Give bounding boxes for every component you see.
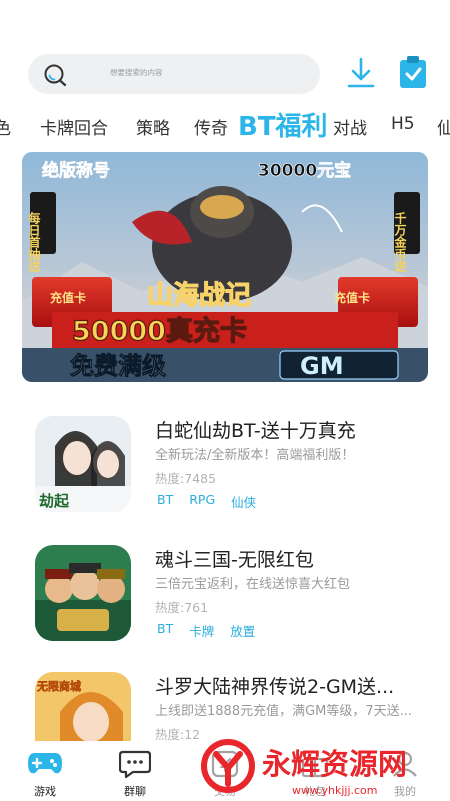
game-tags: BT RPG 仙侠 — [157, 492, 256, 511]
game-title: 魂斗三国-无限红包 — [155, 549, 314, 571]
banner-right-side: 千万金币送 — [393, 211, 407, 273]
banner-left-side: 每日首抽送 — [27, 211, 41, 273]
tab-battle[interactable]: 对战 — [333, 114, 367, 139]
banner-card-left: 充值卡 — [50, 290, 86, 305]
tab-h5[interactable]: H5 — [391, 114, 415, 134]
tab-partial-left[interactable]: 色 — [0, 114, 11, 139]
game-icon[interactable] — [35, 545, 131, 641]
game-heat: 热度:761 — [155, 600, 209, 615]
banner-card-right: 充值卡 — [334, 290, 370, 305]
banner-top-right: 30000元宝 — [258, 160, 351, 181]
tab-partial-right[interactable]: 仙 — [437, 114, 450, 139]
tag: BT — [157, 492, 174, 507]
tag: 放置 — [230, 624, 256, 639]
game-desc: 上线即送1888元充值，满GM等级，7天送... — [155, 704, 413, 719]
watermark-text: 永辉资源网 — [262, 747, 407, 781]
search-bar[interactable]: 想要搜索的内容 — [28, 54, 320, 94]
watermark-url: www.yhkjjj.com — [292, 784, 378, 797]
tab-strategy[interactable]: 策略 — [136, 114, 170, 139]
game-icon[interactable]: 无限商城 — [35, 672, 131, 741]
watermark-logo: 永辉资源网 www.yhkjjj.com — [200, 732, 450, 801]
tag: BT — [157, 621, 174, 636]
banner-headline: 50000真充卡 — [72, 315, 247, 347]
nav-item-chat[interactable]: 群聊 — [105, 741, 165, 801]
search-icon — [44, 64, 67, 87]
tab-card-turn[interactable]: 卡牌回合 — [40, 114, 108, 139]
nav-label: 游戏 — [34, 785, 56, 798]
task-clipboard-icon[interactable] — [397, 54, 429, 90]
gamepad-icon — [28, 753, 62, 774]
nav-label: 群聊 — [124, 785, 146, 798]
tag: 卡牌 — [189, 624, 215, 639]
game-heat: 热度:7485 — [155, 471, 217, 486]
banner-top-left: 绝版称号 — [42, 160, 110, 181]
banner-subline-left: 免费满级 — [70, 352, 166, 380]
nav-item-games[interactable]: 游戏 — [15, 741, 75, 801]
tag: 仙侠 — [231, 495, 257, 510]
banner-logo: 山海战记 — [147, 281, 251, 311]
game-icon-text: 无限商城 — [36, 679, 81, 693]
game-title: 白蛇仙劫BT-送十万真充 — [155, 420, 356, 442]
chat-icon — [119, 750, 151, 779]
list-item[interactable]: 魂斗三国-无限红包 三倍元宝返利，在线送惊喜大红包 热度:761 BT 卡牌 放… — [0, 545, 450, 665]
tag: RPG — [189, 492, 216, 507]
promo-banner[interactable]: 绝版称号 30000元宝 每日首抽送 千万金币送 充值卡 充值卡 山海战记 50… — [22, 152, 428, 382]
game-title: 斗罗大陆神界传说2-GM送... — [155, 676, 395, 698]
top-bar: 想要搜索的内容 — [0, 52, 450, 96]
game-desc: 三倍元宝返利，在线送惊喜大红包 — [155, 577, 351, 592]
banner-subline-right: GM — [300, 352, 344, 380]
game-icon-text: 劫起 — [39, 492, 70, 510]
download-icon[interactable] — [345, 56, 377, 90]
category-tabs: 色 卡牌回合 策略 传奇 BT福利 对战 H5 仙 — [0, 106, 450, 142]
game-tags: BT 卡牌 放置 — [157, 621, 255, 640]
list-item[interactable]: 劫起 白蛇仙劫BT-送十万真充 全新玩法/全新版本！高端福利版！ 热度:7485… — [0, 416, 450, 536]
game-icon[interactable]: 劫起 — [35, 416, 131, 512]
search-placeholder: 想要搜索的内容 — [110, 68, 163, 77]
banner-artwork: 绝版称号 30000元宝 每日首抽送 千万金币送 充值卡 充值卡 山海战记 50… — [22, 152, 428, 382]
tab-legend[interactable]: 传奇 — [194, 114, 228, 139]
game-desc: 全新玩法/全新版本！高端福利版！ — [155, 448, 355, 463]
tab-bt-welfare[interactable]: BT福利 — [238, 106, 328, 142]
